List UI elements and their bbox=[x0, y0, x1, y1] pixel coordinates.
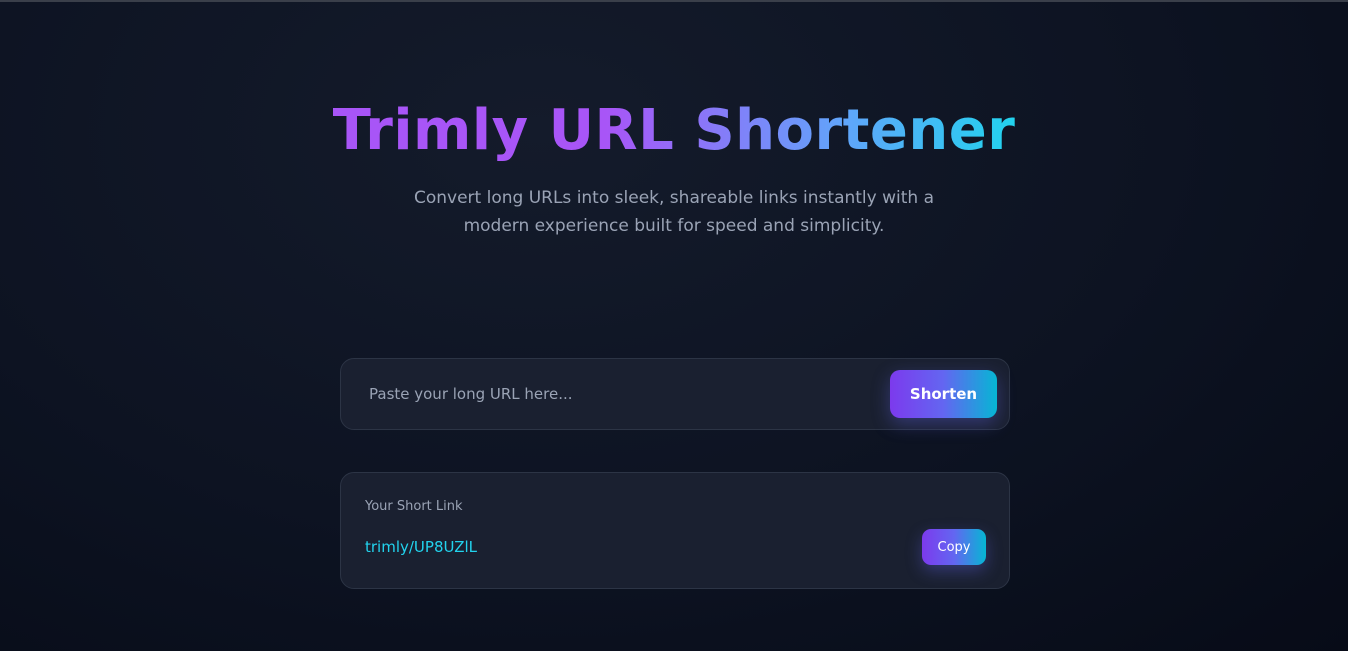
page-title: Trimly URL Shortener bbox=[333, 96, 1016, 166]
short-link-label: Your Short Link bbox=[365, 499, 463, 514]
copy-button[interactable]: Copy bbox=[922, 529, 986, 565]
page-subtitle: Convert long URLs into sleek, shareable … bbox=[413, 188, 935, 236]
short-link[interactable]: trimly/UP8UZlL bbox=[365, 538, 477, 556]
hero-section: Trimly URL Shortener Convert long URLs i… bbox=[0, 96, 1348, 240]
shorten-button[interactable]: Shorten bbox=[890, 370, 997, 418]
shorten-form: Shorten bbox=[340, 358, 1010, 430]
window-top-border bbox=[0, 0, 1348, 2]
short-link-result-card: Your Short Link trimly/UP8UZlL Copy bbox=[340, 472, 1010, 589]
long-url-input[interactable] bbox=[369, 374, 890, 414]
